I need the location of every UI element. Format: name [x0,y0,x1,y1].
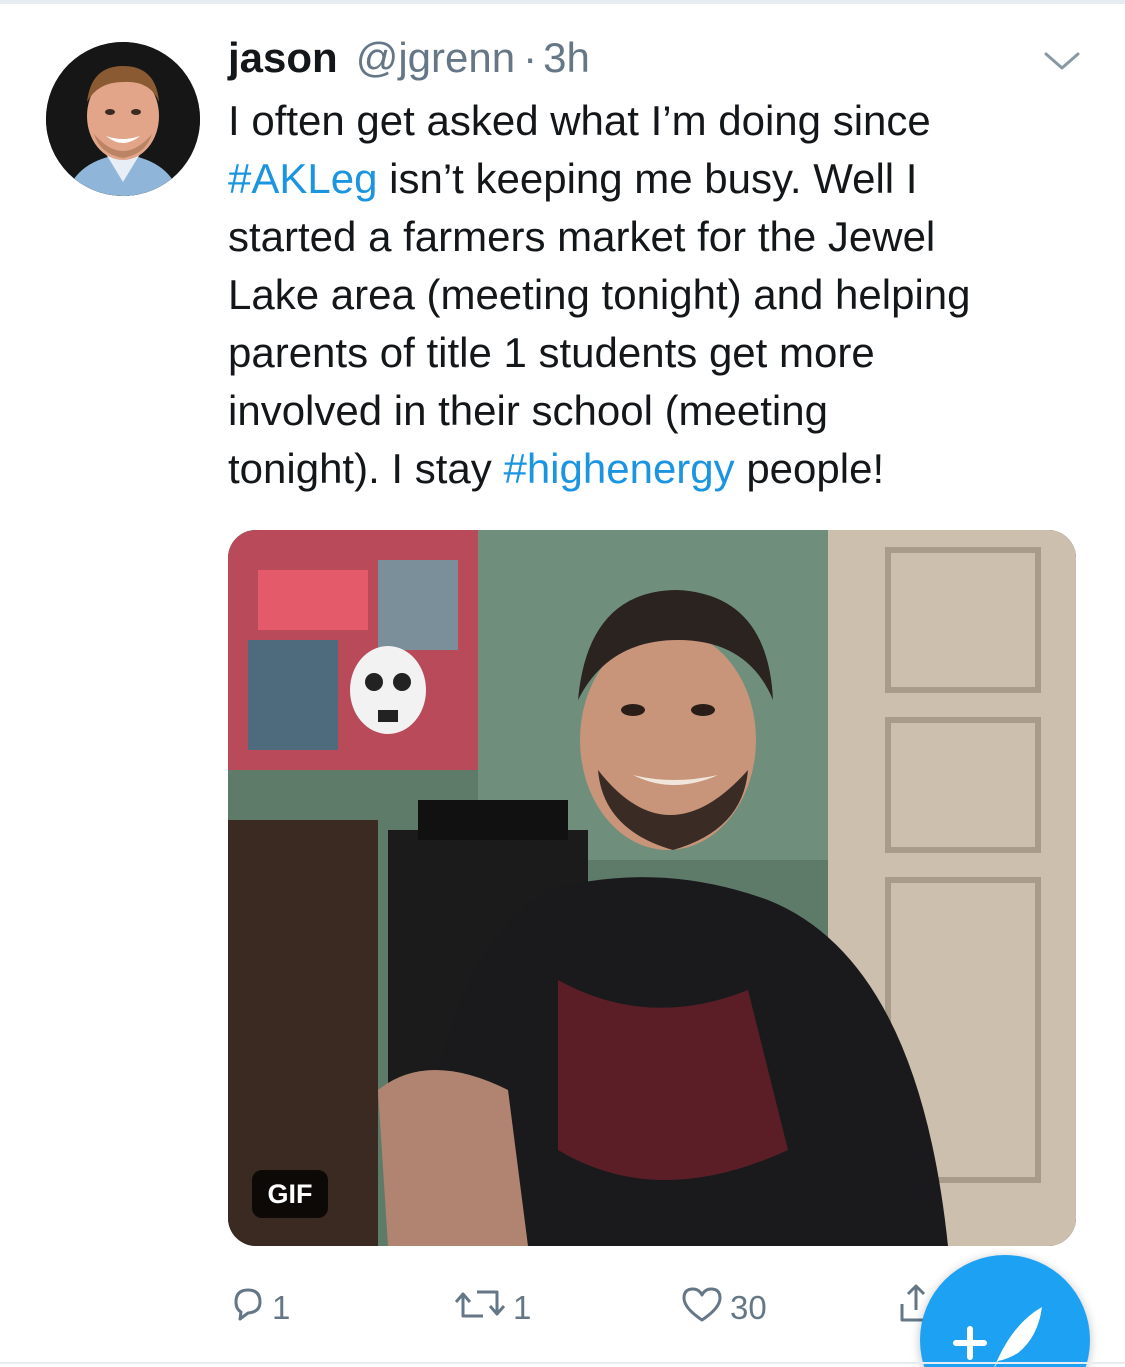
retweet-button[interactable]: 1 [453,1282,531,1334]
tweet-text-line: tonight). I stay #highenergy people! [228,445,885,492]
hashtag-link[interactable]: #AKLeg [228,155,377,202]
tweet-text-line: started a farmers market for the Jewel [228,213,936,260]
tweet-text-line: I often get asked what I’m doing since [228,97,931,144]
tweet-text-line: Lake area (meeting tonight) and helping [228,271,971,318]
gif-badge: GIF [252,1170,328,1218]
compose-feather-icon [953,1307,1042,1367]
compose-tweet-button[interactable] [920,1255,1090,1367]
author-handle[interactable]: @jgrenn [356,34,515,82]
tweet-text: I often get asked what I’m doing since #… [228,92,1068,498]
chevron-down-icon[interactable] [1040,46,1084,76]
tweet-media-gif[interactable] [228,530,1076,1246]
reply-icon [228,1284,268,1332]
tweet-header: jason @jgrenn · 3h [228,34,590,90]
tweet-text-line: #AKLeg isn’t keeping me busy. Well I [228,155,918,202]
heart-icon [678,1284,726,1332]
reply-count: 1 [272,1289,291,1326]
like-button[interactable]: 30 [678,1282,767,1334]
tweet-view: jason @jgrenn · 3h I often get asked wha… [0,0,1125,1367]
retweet-icon [453,1284,509,1332]
author-avatar[interactable] [46,42,200,196]
bottom-divider [0,1362,1125,1364]
hashtag-link[interactable]: #highenergy [503,445,734,492]
top-divider [0,0,1125,4]
author-name[interactable]: jason [228,34,338,82]
retweet-count: 1 [513,1289,532,1326]
tweet-timestamp[interactable]: 3h [543,34,590,82]
like-count: 30 [730,1289,767,1326]
tweet-text-line: parents of title 1 students get more [228,329,875,376]
header-separator: · [523,34,538,81]
tweet-text-line: involved in their school (meeting [228,387,828,434]
reply-button[interactable]: 1 [228,1282,290,1334]
